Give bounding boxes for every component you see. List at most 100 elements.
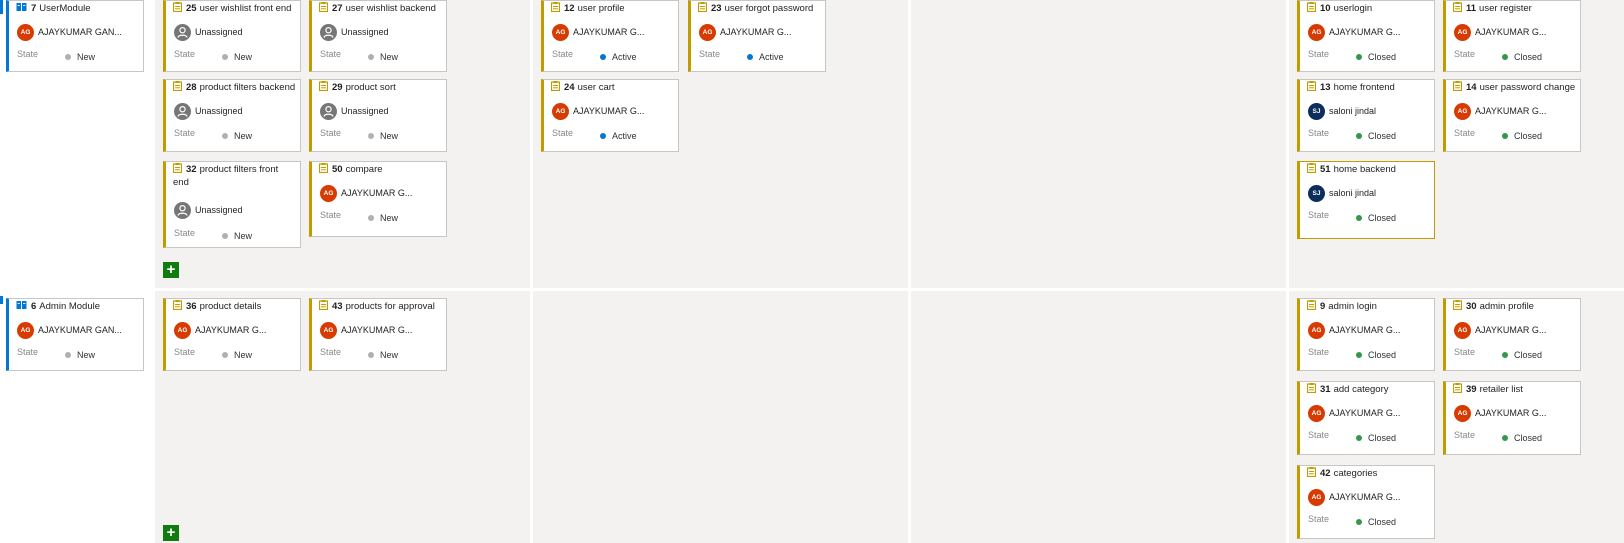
- state-field[interactable]: State Closed: [1454, 347, 1574, 360]
- task-card[interactable]: 13 home frontend SJ saloni jindal State Close…: [1297, 79, 1435, 152]
- state-field[interactable]: State New: [320, 128, 440, 141]
- assigned-to[interactable]: AG AJAYKUMAR G...: [1308, 321, 1400, 339]
- state-value[interactable]: Closed: [1502, 433, 1542, 443]
- state-value[interactable]: New: [222, 131, 252, 141]
- assigned-to[interactable]: AG AJAYKUMAR G...: [552, 23, 644, 41]
- parent-backlog-card[interactable]: 7 UserModule AG AJAYKUMAR GAN... State New: [6, 0, 144, 72]
- card-title[interactable]: 10 userlogin: [1307, 2, 1430, 15]
- assigned-to[interactable]: AG AJAYKUMAR GAN...: [17, 23, 122, 41]
- card-title[interactable]: 29 product sort: [319, 81, 442, 94]
- assigned-to[interactable]: AG AJAYKUMAR G...: [320, 321, 412, 339]
- task-card[interactable]: 24 user cart AG AJAYKUMAR G... State Active: [541, 79, 679, 152]
- state-value[interactable]: Closed: [1356, 433, 1396, 443]
- state-field[interactable]: State New: [174, 347, 294, 360]
- state-field[interactable]: State Closed: [1308, 430, 1428, 443]
- state-field[interactable]: State Closed: [1308, 514, 1428, 527]
- work-item-title[interactable]: product sort: [346, 82, 396, 93]
- card-title[interactable]: 39 retailer list: [1453, 383, 1576, 396]
- card-title[interactable]: 27 user wishlist backend: [319, 2, 442, 15]
- state-value[interactable]: Active: [600, 131, 637, 141]
- state-field[interactable]: State Active: [699, 49, 819, 62]
- state-value[interactable]: New: [368, 213, 398, 223]
- assigned-to[interactable]: Unassigned: [320, 102, 389, 120]
- task-card[interactable]: 27 user wishlist backend Unassigned State Ne…: [309, 0, 447, 72]
- assigned-to[interactable]: AG AJAYKUMAR G...: [1454, 23, 1546, 41]
- work-item-title[interactable]: retailer list: [1480, 384, 1523, 395]
- task-card[interactable]: 29 product sort Unassigned State New: [309, 79, 447, 152]
- work-item-title[interactable]: user cart: [578, 82, 615, 93]
- task-card[interactable]: 31 add category AG AJAYKUMAR G... State Close…: [1297, 381, 1435, 455]
- state-field[interactable]: State New: [17, 347, 137, 360]
- task-card[interactable]: 51 home backend SJ saloni jindal State Closed: [1297, 161, 1435, 239]
- work-item-title[interactable]: product filters backend: [200, 82, 296, 93]
- state-value[interactable]: Closed: [1356, 131, 1396, 141]
- card-title[interactable]: 7 UserModule: [16, 2, 139, 15]
- state-field[interactable]: State Closed: [1454, 49, 1574, 62]
- card-title[interactable]: 11 user register: [1453, 2, 1576, 15]
- card-title[interactable]: 43 products for approval: [319, 300, 442, 313]
- task-card[interactable]: 25 user wishlist front end Unassigned State…: [163, 0, 301, 72]
- card-title[interactable]: 28 product filters backend: [173, 81, 296, 94]
- card-title[interactable]: 32 product filters front end: [173, 163, 296, 189]
- task-card[interactable]: 9 admin login AG AJAYKUMAR G... State Closed: [1297, 298, 1435, 371]
- state-value[interactable]: New: [222, 52, 252, 62]
- task-card[interactable]: 50 compare AG AJAYKUMAR G... State New: [309, 161, 447, 237]
- parent-backlog-card[interactable]: 6 Admin Module AG AJAYKUMAR GAN... State New: [6, 298, 144, 371]
- state-field[interactable]: State Closed: [1308, 49, 1428, 62]
- state-field[interactable]: State New: [174, 128, 294, 141]
- state-value[interactable]: Closed: [1356, 517, 1396, 527]
- work-item-title[interactable]: admin profile: [1480, 301, 1534, 312]
- work-item-title[interactable]: add category: [1334, 384, 1389, 395]
- card-title[interactable]: 31 add category: [1307, 383, 1430, 396]
- task-card[interactable]: 12 user profile AG AJAYKUMAR G... State Activ…: [541, 0, 679, 72]
- assigned-to[interactable]: Unassigned: [174, 23, 243, 41]
- state-field[interactable]: State Active: [552, 128, 672, 141]
- work-item-title[interactable]: user profile: [578, 3, 625, 14]
- assigned-to[interactable]: SJ saloni jindal: [1308, 102, 1376, 120]
- work-item-title[interactable]: product details: [200, 301, 262, 312]
- state-value[interactable]: New: [368, 52, 398, 62]
- assigned-to[interactable]: Unassigned: [174, 102, 243, 120]
- state-field[interactable]: State Closed: [1308, 210, 1428, 223]
- state-field[interactable]: State New: [320, 49, 440, 62]
- state-value[interactable]: Closed: [1502, 350, 1542, 360]
- card-title[interactable]: 13 home frontend: [1307, 81, 1430, 94]
- state-value[interactable]: New: [65, 52, 95, 62]
- work-item-title[interactable]: user register: [1479, 3, 1532, 14]
- state-value[interactable]: Closed: [1356, 52, 1396, 62]
- work-item-title[interactable]: home frontend: [1334, 82, 1395, 93]
- card-title[interactable]: 6 Admin Module: [16, 300, 139, 313]
- task-card[interactable]: 23 user forgot password AG AJAYKUMAR G... St…: [688, 0, 826, 72]
- state-value[interactable]: Closed: [1502, 52, 1542, 62]
- work-item-title[interactable]: home backend: [1334, 164, 1396, 175]
- state-value[interactable]: New: [368, 131, 398, 141]
- work-item-title[interactable]: user wishlist backend: [346, 3, 436, 14]
- add-task-button[interactable]: +: [163, 262, 179, 278]
- state-field[interactable]: State New: [174, 49, 294, 62]
- assigned-to[interactable]: AG AJAYKUMAR GAN...: [17, 321, 122, 339]
- assigned-to[interactable]: AG AJAYKUMAR G...: [320, 184, 412, 202]
- work-item-title[interactable]: admin login: [1328, 301, 1377, 312]
- assigned-to[interactable]: AG AJAYKUMAR G...: [1308, 23, 1400, 41]
- work-item-title[interactable]: user forgot password: [725, 3, 814, 14]
- assigned-to[interactable]: Unassigned: [320, 23, 389, 41]
- card-title[interactable]: 30 admin profile: [1453, 300, 1576, 313]
- state-field[interactable]: State Closed: [1308, 128, 1428, 141]
- state-field[interactable]: State Active: [552, 49, 672, 62]
- assigned-to[interactable]: AG AJAYKUMAR G...: [1308, 404, 1400, 422]
- state-value[interactable]: New: [368, 350, 398, 360]
- card-title[interactable]: 9 admin login: [1307, 300, 1430, 313]
- state-field[interactable]: State New: [17, 49, 137, 62]
- state-value[interactable]: New: [65, 350, 95, 360]
- state-field[interactable]: State Closed: [1454, 128, 1574, 141]
- state-field[interactable]: State New: [320, 347, 440, 360]
- assigned-to[interactable]: AG AJAYKUMAR G...: [552, 102, 644, 120]
- task-card[interactable]: 30 admin profile AG AJAYKUMAR G... State Clos…: [1443, 298, 1581, 371]
- task-card[interactable]: 39 retailer list AG AJAYKUMAR G... State Clos…: [1443, 381, 1581, 455]
- state-value[interactable]: Active: [600, 52, 637, 62]
- add-task-button[interactable]: +: [163, 525, 179, 541]
- card-title[interactable]: 25 user wishlist front end: [173, 2, 296, 15]
- assigned-to[interactable]: AG AJAYKUMAR G...: [1454, 102, 1546, 120]
- card-title[interactable]: 51 home backend: [1307, 163, 1430, 176]
- task-card[interactable]: 28 product filters backend Unassigned State…: [163, 79, 301, 152]
